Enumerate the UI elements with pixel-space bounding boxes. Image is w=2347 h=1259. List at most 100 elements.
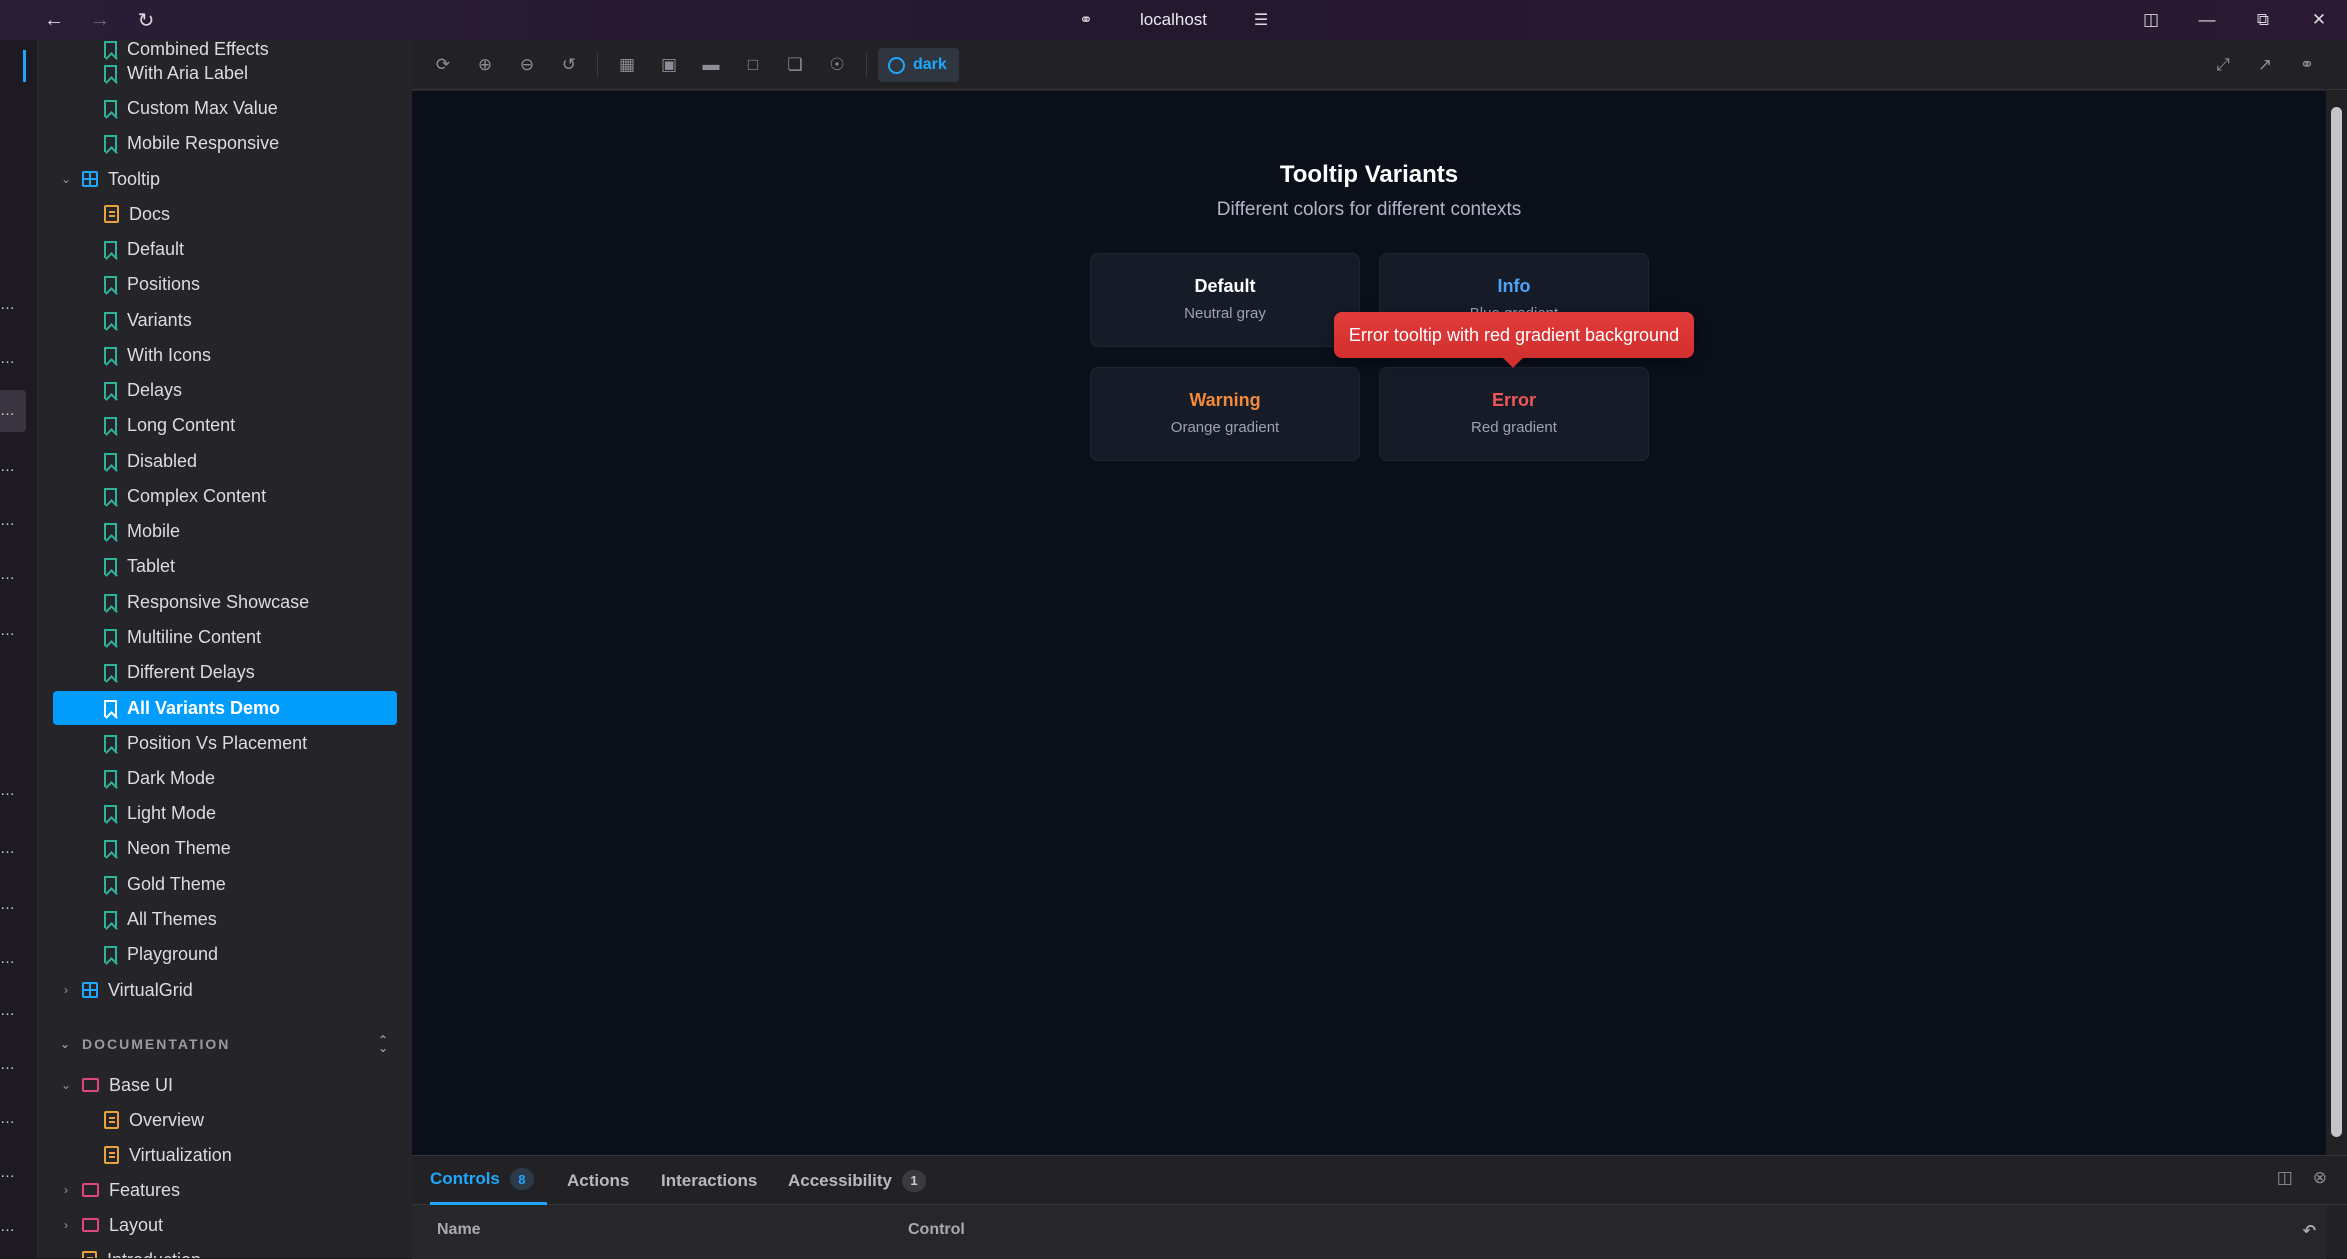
- strip-item-14[interactable]: …: [0, 1110, 15, 1127]
- strip-item-15[interactable]: …: [0, 1164, 15, 1181]
- sidebar-item-dark-mode[interactable]: Dark Mode: [38, 761, 412, 795]
- strip-item-3[interactable]: …: [0, 402, 15, 419]
- tab-accessibility[interactable]: Accessibility 1: [788, 1156, 926, 1205]
- sidebar-item-playground[interactable]: Playground: [38, 937, 412, 971]
- sidebar-item-label: Custom Max Value: [127, 97, 278, 118]
- measure-icon[interactable]: □: [741, 53, 765, 77]
- sidebar-item-docs[interactable]: Docs: [38, 197, 412, 231]
- address-url[interactable]: localhost: [1140, 10, 1207, 30]
- sidebar-item-layout[interactable]: › Layout: [38, 1208, 412, 1242]
- link-icon[interactable]: ⚭: [1072, 6, 1100, 34]
- scrollbar-thumb[interactable]: [2331, 107, 2342, 1137]
- sidebar-item-with-icons[interactable]: With Icons: [38, 338, 412, 372]
- zoom-out-icon[interactable]: ⊖: [515, 53, 539, 77]
- variant-card-warning[interactable]: Warning Orange gradient: [1090, 367, 1360, 461]
- sidebar-item-all-variants-demo[interactable]: All Variants Demo: [53, 691, 397, 725]
- forward-arrow-icon[interactable]: →: [86, 6, 114, 34]
- sidebar-item-different-delays[interactable]: Different Delays: [38, 655, 412, 689]
- sidebar-item-light-mode[interactable]: Light Mode: [38, 796, 412, 830]
- background-icon[interactable]: ▣: [657, 53, 681, 77]
- sidebar-item-overview[interactable]: Overview: [38, 1103, 412, 1137]
- remount-icon[interactable]: ⟳: [431, 53, 455, 77]
- sidebar-item-tablet[interactable]: Tablet: [38, 549, 412, 583]
- zoom-in-icon[interactable]: ⊕: [473, 53, 497, 77]
- storybook-sidebar: Combined Effects With Aria Label Custom …: [38, 40, 412, 1258]
- sidebar-item-label: Playground: [127, 943, 219, 964]
- strip-item-1[interactable]: …: [0, 296, 15, 313]
- strip-item-8[interactable]: …: [0, 782, 15, 799]
- chevron-down-icon: ⌄: [60, 1078, 72, 1092]
- strip-item-13[interactable]: …: [0, 1056, 15, 1073]
- reset-controls-icon[interactable]: ↶: [2303, 1221, 2316, 1241]
- sidebar-item-multiline-content[interactable]: Multiline Content: [38, 620, 412, 654]
- strip-item-7[interactable]: …: [0, 622, 15, 639]
- window-titlebar: ← → ↻ ⚭ localhost ☰ ◫ — ⧉ ✕: [0, 0, 2347, 40]
- card-title: Default: [1194, 276, 1256, 296]
- tab-controls[interactable]: Controls 8: [430, 1156, 547, 1205]
- sidebar-item-mobile[interactable]: Mobile: [38, 514, 412, 548]
- theme-switcher[interactable]: dark: [878, 48, 959, 82]
- panel-orientation-icon[interactable]: ◫: [2277, 1168, 2293, 1188]
- sidebar-item-features[interactable]: › Features: [38, 1173, 412, 1207]
- sidebar-item-gold-theme[interactable]: Gold Theme: [38, 867, 412, 901]
- sidebar-item-responsive-showcase[interactable]: Responsive Showcase: [38, 585, 412, 619]
- section-title: DOCUMENTATION: [82, 1036, 231, 1052]
- variant-card-default[interactable]: Default Neutral gray: [1090, 253, 1360, 347]
- grid-icon[interactable]: ▦: [615, 53, 639, 77]
- sidebar-item-label: With Icons: [127, 344, 212, 365]
- strip-item-12[interactable]: …: [0, 1002, 15, 1019]
- close-panel-icon[interactable]: ⊗: [2313, 1168, 2327, 1188]
- document-icon: [104, 1146, 119, 1164]
- sidebar-item-introduction[interactable]: › Introduction: [38, 1243, 412, 1258]
- strip-item-6[interactable]: …: [0, 566, 15, 583]
- sidebar-item-variants[interactable]: Variants: [38, 303, 412, 337]
- sidebar-item-position-vs-placement[interactable]: Position Vs Placement: [38, 726, 412, 760]
- accessibility-icon[interactable]: ☉: [825, 53, 849, 77]
- sidebar-item-mobile-responsive[interactable]: Mobile Responsive: [38, 126, 412, 160]
- strip-item-9[interactable]: …: [0, 840, 15, 857]
- sidebar-item-with-aria-label[interactable]: With Aria Label: [38, 56, 412, 90]
- restore-icon[interactable]: ⧉: [2235, 0, 2291, 40]
- canvas-scrollbar[interactable]: [2326, 91, 2347, 1155]
- outline-icon[interactable]: ❏: [783, 53, 807, 77]
- close-window-icon[interactable]: ✕: [2291, 0, 2347, 40]
- sidebar-item-long-content[interactable]: Long Content: [38, 408, 412, 442]
- variant-card-error[interactable]: Error Red gradient: [1379, 367, 1649, 461]
- component-icon: [82, 982, 98, 998]
- sidebar-item-virtualization[interactable]: Virtualization: [38, 1138, 412, 1172]
- reload-icon[interactable]: ↻: [132, 6, 160, 34]
- sidebar-item-positions[interactable]: Positions: [38, 267, 412, 301]
- viewport-icon[interactable]: ▬: [699, 53, 723, 77]
- sidebar-item-disabled[interactable]: Disabled: [38, 444, 412, 478]
- open-new-tab-icon[interactable]: ↗: [2253, 53, 2277, 77]
- copy-link-icon[interactable]: ⚭: [2295, 53, 2319, 77]
- section-documentation[interactable]: ⌄ DOCUMENTATION ⌃ ⌄: [38, 1027, 412, 1061]
- sidebar-item-complex-content[interactable]: Complex Content: [38, 479, 412, 513]
- bookmark-icon: [104, 875, 117, 893]
- strip-item-16[interactable]: …: [0, 1218, 15, 1235]
- sidebar-item-neon-theme[interactable]: Neon Theme: [38, 831, 412, 865]
- sidebar-item-tooltip[interactable]: ⌄ Tooltip: [38, 162, 412, 196]
- sidebar-item-all-themes[interactable]: All Themes: [38, 902, 412, 936]
- strip-item-5[interactable]: …: [0, 512, 15, 529]
- sidebar-item-base-ui[interactable]: ⌄ Base UI: [38, 1068, 412, 1102]
- fullscreen-icon[interactable]: ⤢: [2211, 53, 2235, 77]
- settings-sliders-icon[interactable]: ☰: [1247, 6, 1275, 34]
- sidebar-item-custom-max-value[interactable]: Custom Max Value: [38, 91, 412, 125]
- strip-active-marker: [0, 50, 26, 82]
- sidebar-item-virtualgrid[interactable]: › VirtualGrid: [38, 973, 412, 1007]
- tab-interactions[interactable]: Interactions: [661, 1156, 757, 1205]
- tab-actions[interactable]: Actions: [567, 1156, 629, 1205]
- split-view-icon[interactable]: ◫: [2123, 0, 2179, 40]
- minimize-icon[interactable]: —: [2179, 0, 2235, 40]
- sidebar-item-default[interactable]: Default: [38, 232, 412, 266]
- sidebar-item-label: Mobile: [127, 520, 181, 541]
- back-arrow-icon[interactable]: ←: [40, 6, 68, 34]
- strip-item-11[interactable]: …: [0, 950, 15, 967]
- strip-item-4[interactable]: …: [0, 458, 15, 475]
- strip-item-2[interactable]: …: [0, 350, 15, 367]
- expand-collapse-icon[interactable]: ⌃ ⌄: [378, 1034, 390, 1054]
- sidebar-item-delays[interactable]: Delays: [38, 373, 412, 407]
- strip-item-10[interactable]: …: [0, 896, 15, 913]
- zoom-reset-icon[interactable]: ↺: [557, 53, 581, 77]
